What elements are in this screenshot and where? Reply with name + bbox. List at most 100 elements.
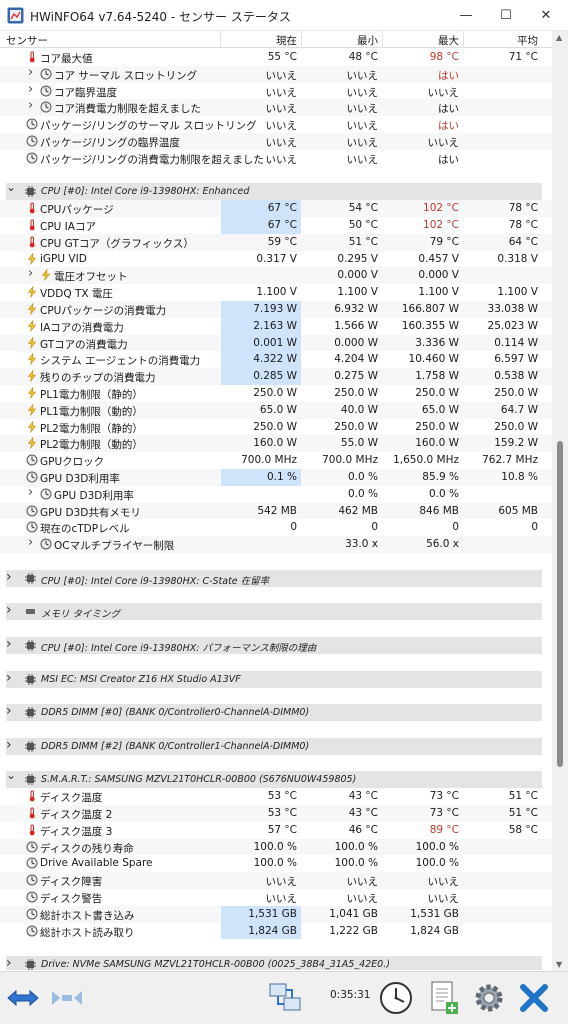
sensor-row[interactable]: PL1電力制限（動的） 65.0 W 40.0 W 65.0 W 64.7 W xyxy=(0,401,552,419)
value-avg: 0.538 W xyxy=(494,370,538,383)
sensor-row[interactable]: パッケージ/リングのサーマル スロットリング いいえ いいえ はい xyxy=(0,116,552,133)
scroll-up-icon[interactable]: ▲ xyxy=(556,33,562,42)
sensor-row[interactable]: パッケージ/リングの臨界温度 いいえ いいえ いいえ xyxy=(0,133,552,150)
sensor-group-header[interactable]: › CPU [#0]: Intel Core i9-13980HX: C-Stat… xyxy=(0,569,552,587)
sensor-row[interactable]: ディスク警告 いいえ いいえ いいえ xyxy=(0,889,552,906)
header-divider[interactable] xyxy=(382,31,383,48)
chevron-right-icon[interactable]: › xyxy=(28,98,33,113)
sensor-row[interactable]: Drive Available Spare 100.0 % 100.0 % 100.0… xyxy=(0,855,552,873)
clock-icon xyxy=(40,488,52,500)
chevron-right-icon[interactable]: › xyxy=(28,485,33,500)
sensor-row[interactable]: › コア サーマル スロットリング いいえ いいえ はい xyxy=(0,65,552,83)
chevron-right-icon[interactable]: › xyxy=(28,266,33,281)
minimize-button[interactable]: — xyxy=(446,0,486,31)
chevron-right-icon[interactable]: › xyxy=(6,703,12,719)
settings-button[interactable] xyxy=(470,979,508,1017)
sensor-group-header[interactable]: › Drive: NVMe SAMSUNG MZVL21T0HCLR-00B00 … xyxy=(0,955,552,970)
header-max[interactable]: 最大 xyxy=(438,33,459,48)
exit-button[interactable] xyxy=(514,979,554,1017)
sensor-row[interactable]: GPU D3D共有メモリ 542 MB 462 MB 846 MB 605 MB xyxy=(0,502,552,520)
sensor-row[interactable]: システム エージェントの消費電力 4.322 W 4.204 W 10.460 W 6.… xyxy=(0,351,552,369)
sensor-row[interactable]: GPUクロック 700.0 MHz 700.0 MHz 1,650.0 MHz 762.… xyxy=(0,452,552,469)
sensor-row[interactable]: 総計ホスト書き込み 1,531 GB 1,041 GB 1,531 GB xyxy=(0,905,552,923)
chevron-down-icon[interactable]: ⌄ xyxy=(6,180,16,194)
sensor-row[interactable]: › コア臨界温度 いいえ いいえ いいえ xyxy=(0,82,552,100)
reset-clock-button[interactable] xyxy=(376,979,416,1017)
sensor-row[interactable]: CPU GTコア（グラフィックス） 59 °C 51 °C 79 °C 64 °C xyxy=(0,233,552,251)
close-window-button[interactable]: ✕ xyxy=(526,0,566,31)
network-button[interactable] xyxy=(264,979,306,1017)
header-current[interactable]: 現在 xyxy=(276,33,297,48)
sensor-row[interactable]: PL2電力制限（動的） 160.0 W 55.0 W 160.0 W 159.2 W xyxy=(0,435,552,453)
chevron-right-icon[interactable]: › xyxy=(6,636,12,652)
chevron-right-icon[interactable]: › xyxy=(6,602,12,618)
sensor-row[interactable]: CPU IAコア 67 °C 50 °C 102 °C 78 °C xyxy=(0,217,552,234)
sensor-row[interactable]: 総計ホスト読み取り 1,824 GB 1,222 GB 1,824 GB xyxy=(0,922,552,940)
sensor-row[interactable]: VDDQ TX 電圧 1.100 V 1.100 V 1.100 V 1.100 V xyxy=(0,284,552,301)
sensor-row[interactable]: › GPU D3D利用率 0.0 % 0.0 % xyxy=(0,485,552,503)
header-sensor[interactable]: センサー xyxy=(6,33,48,48)
sensor-label: CPUパッケージ xyxy=(40,204,114,217)
sensor-group-header[interactable]: › DDR5 DIMM [#0] (BANK 0/Controller0-Chan… xyxy=(0,703,552,722)
value-current: 160.0 W xyxy=(253,437,297,450)
sensor-row[interactable]: IAコアの消費電力 2.163 W 1.566 W 160.355 W 25.023 W xyxy=(0,317,552,335)
chevron-right-icon[interactable]: › xyxy=(28,535,33,550)
sensor-group-header[interactable]: › CPU [#0]: Intel Core i9-13980HX: パフォーマン… xyxy=(0,636,552,654)
sensor-row[interactable]: PL1電力制限（静的） 250.0 W 250.0 W 250.0 W 250.0 W xyxy=(0,385,552,402)
sensor-group-header[interactable]: › メモリ タイミング xyxy=(0,602,552,621)
sensor-row[interactable]: 残りのチップの消費電力 0.285 W 0.275 W 1.758 W 0.538 W xyxy=(0,368,552,385)
sensor-row[interactable]: GPU D3D利用率 0.1 % 0.0 % 85.9 % 10.8 % xyxy=(0,469,552,486)
value-current: いいえ xyxy=(265,69,298,82)
chevron-right-icon[interactable]: › xyxy=(6,737,12,753)
sensor-row[interactable]: CPUパッケージ 67 °C 54 °C 102 °C 78 °C xyxy=(0,200,552,217)
maximize-button[interactable]: ☐ xyxy=(486,0,526,31)
chip-icon xyxy=(25,640,36,651)
value-min: 250.0 W xyxy=(334,420,378,433)
lightning-icon xyxy=(41,269,51,282)
group-label: DDR5 DIMM [#2] (BANK 0/Controller1-Chann… xyxy=(41,740,310,752)
sensor-group-header[interactable]: › MSI EC: MSI Creator Z16 HX Studio A13VF xyxy=(0,670,552,688)
sensor-label: パッケージ/リングの消費電力制限を超えました xyxy=(40,153,264,166)
sensor-group-header[interactable]: ⌄ S.M.A.R.T.: SAMSUNG MZVL21T0HCLR-00B00 … xyxy=(0,768,552,789)
sensor-row[interactable]: › コア消費電力制限を超えました いいえ いいえ はい xyxy=(0,98,552,117)
sensor-row[interactable]: CPUパッケージの消費電力 7.193 W 6.932 W 166.807 W 33.0… xyxy=(0,301,552,318)
value-current: 0.1 % xyxy=(266,471,297,483)
header-divider[interactable] xyxy=(301,31,302,48)
layout-collapse-button[interactable] xyxy=(48,979,86,1017)
sensor-row[interactable]: ディスクの残り寿命 100.0 % 100.0 % 100.0 % xyxy=(0,838,552,856)
sensor-label: VDDQ TX 電圧 xyxy=(40,288,113,301)
sensor-row[interactable]: ディスク障害 いいえ いいえ いいえ xyxy=(0,872,552,889)
sensor-row[interactable]: ディスク温度 2 53 °C 43 °C 73 °C 51 °C xyxy=(0,805,552,822)
sensor-row[interactable]: ディスク温度 3 57 °C 46 °C 89 °C 58 °C xyxy=(0,821,552,839)
sensor-row[interactable]: ディスク温度 53 °C 43 °C 73 °C 51 °C xyxy=(0,788,552,805)
sensor-row[interactable]: GTコアの消費電力 0.001 W 0.000 W 3.336 W 0.114 W xyxy=(0,334,552,352)
sensor-row[interactable]: コア最大値 55 °C 48 °C 98 °C 71 °C xyxy=(0,49,552,66)
scroll-down-icon[interactable]: ▼ xyxy=(556,960,562,969)
header-divider[interactable] xyxy=(220,31,221,48)
value-avg: 64.7 W xyxy=(500,403,538,416)
header-divider[interactable] xyxy=(463,31,464,48)
scrollbar-thumb[interactable] xyxy=(557,441,563,767)
logging-button[interactable] xyxy=(424,979,464,1017)
layout-expand-button[interactable] xyxy=(4,979,42,1017)
chevron-right-icon[interactable]: › xyxy=(6,569,12,585)
sensor-group-header[interactable]: › DDR5 DIMM [#2] (BANK 0/Controller1-Chan… xyxy=(0,737,552,755)
vertical-scrollbar[interactable]: ▲ ▼ xyxy=(552,31,568,971)
sensor-group-header[interactable]: ⌄ CPU [#0]: Intel Core i9-13980HX: Enhanc… xyxy=(0,180,552,201)
sensor-row[interactable]: パッケージ/リングの消費電力制限を超えました いいえ いいえ はい xyxy=(0,149,552,167)
header-min[interactable]: 最小 xyxy=(357,33,378,48)
sensor-row[interactable]: 現在のcTDPレベル 0 0 0 0 xyxy=(0,519,552,537)
value-current: いいえ xyxy=(265,103,298,116)
chevron-right-icon[interactable]: › xyxy=(6,955,12,970)
chevron-right-icon[interactable]: › xyxy=(6,670,12,686)
window-title: HWiNFO64 v7.64-5240 - センサー ステータス xyxy=(30,10,291,24)
sensor-row[interactable]: PL2電力制限（静的） 250.0 W 250.0 W 250.0 W 250.0 W xyxy=(0,418,552,436)
sensor-row[interactable]: › OCマルチプライヤー制限 33.0 x 56.0 x xyxy=(0,535,552,553)
chevron-right-icon[interactable]: › xyxy=(28,82,33,97)
header-avg[interactable]: 平均 xyxy=(517,33,538,48)
chevron-right-icon[interactable]: › xyxy=(28,65,33,80)
chevron-down-icon[interactable]: ⌄ xyxy=(6,768,16,782)
clock-icon xyxy=(26,857,38,869)
sensor-row[interactable]: iGPU VID 0.317 V 0.295 V 0.457 V 0.318 V xyxy=(0,250,552,268)
sensor-row[interactable]: › 電圧オフセット 0.000 V 0.000 V xyxy=(0,266,552,285)
